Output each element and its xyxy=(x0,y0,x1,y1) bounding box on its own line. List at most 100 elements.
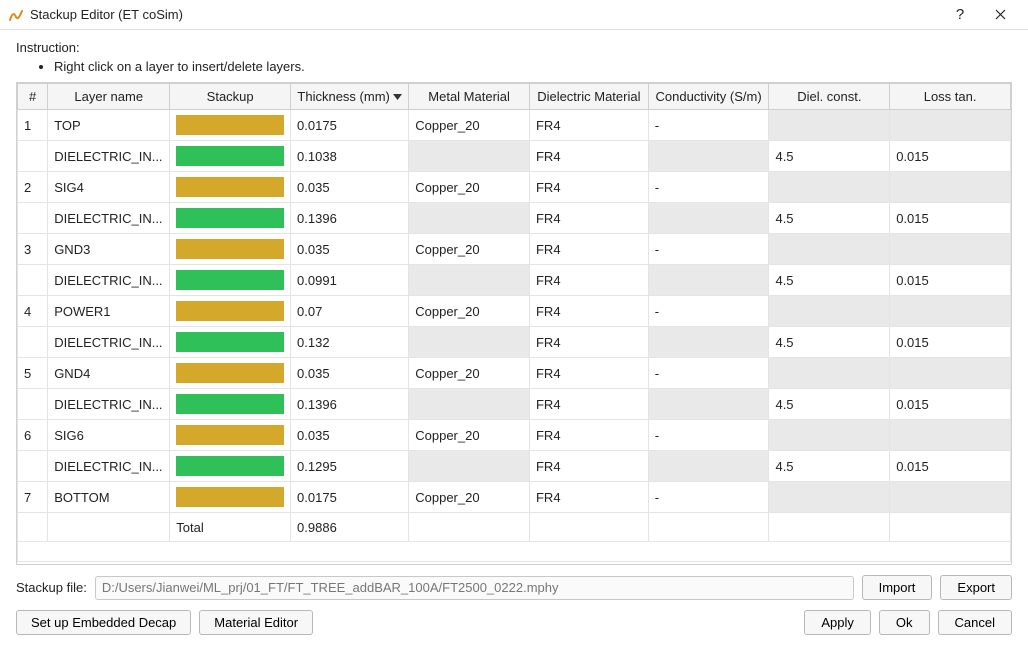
cell-loss-tan[interactable] xyxy=(890,358,1011,389)
cell-dielectric[interactable]: FR4 xyxy=(529,327,648,358)
table-row[interactable]: DIELECTRIC_IN...0.1396FR44.50.015 xyxy=(18,389,1011,420)
close-button[interactable] xyxy=(980,0,1020,30)
table-row[interactable]: DIELECTRIC_IN... 0.1396 FR4 4.50.015 xyxy=(18,203,1011,234)
help-button[interactable]: ? xyxy=(940,0,980,30)
stackup-file-input[interactable] xyxy=(95,576,854,600)
cell-thickness[interactable]: 0.1396 xyxy=(291,203,409,234)
cell-diel-const[interactable]: 4.5 xyxy=(769,389,890,420)
cell-num[interactable] xyxy=(18,141,48,172)
cell-dielectric[interactable]: FR4 xyxy=(529,234,648,265)
cell-loss-tan[interactable]: 0.015 xyxy=(890,389,1011,420)
ok-button[interactable]: Ok xyxy=(879,610,930,635)
cell-conductivity[interactable] xyxy=(648,327,769,358)
cell-dielectric[interactable]: FR4 xyxy=(529,358,648,389)
cell-layer-name[interactable]: DIELECTRIC_IN... xyxy=(48,141,170,172)
cell-metal[interactable]: Copper_20 xyxy=(409,420,530,451)
cell-num[interactable]: 6 xyxy=(18,420,48,451)
cell-stackup[interactable] xyxy=(170,482,291,513)
cell-thickness[interactable]: 0.035 xyxy=(291,234,409,265)
table-row[interactable]: DIELECTRIC_IN...0.1038FR44.50.015 xyxy=(18,141,1011,172)
cell-loss-tan[interactable]: 0.015 xyxy=(890,265,1011,296)
cell-stackup[interactable] xyxy=(170,172,291,203)
import-button[interactable]: Import xyxy=(862,575,933,600)
cell-layer-name[interactable]: POWER1 xyxy=(48,296,170,327)
cell-diel-const[interactable] xyxy=(769,110,890,141)
cell-layer-name[interactable]: DIELECTRIC_IN... xyxy=(48,451,170,482)
cell-num[interactable] xyxy=(18,327,48,358)
cell-num[interactable] xyxy=(18,451,48,482)
table-row[interactable]: DIELECTRIC_IN... 0.132 FR4 4.50.015 xyxy=(18,327,1011,358)
cell-thickness[interactable]: 0.132 xyxy=(291,327,409,358)
cell-loss-tan[interactable] xyxy=(890,420,1011,451)
cell-layer-name[interactable]: SIG4 xyxy=(48,172,170,203)
cell-dielectric[interactable]: FR4 xyxy=(529,172,648,203)
cell-loss-tan[interactable]: 0.015 xyxy=(890,203,1011,234)
cell-conductivity[interactable]: - xyxy=(648,110,769,141)
cell-stackup[interactable] xyxy=(170,141,291,172)
cell-metal[interactable]: Copper_20 xyxy=(409,358,530,389)
cell-num[interactable]: 2 xyxy=(18,172,48,203)
cell-dielectric[interactable]: FR4 xyxy=(529,451,648,482)
cell-dielectric[interactable]: FR4 xyxy=(529,265,648,296)
cell-num[interactable]: 3 xyxy=(18,234,48,265)
cell-metal[interactable] xyxy=(409,141,530,172)
cell-metal[interactable] xyxy=(409,265,530,296)
cell-dielectric[interactable]: FR4 xyxy=(529,110,648,141)
cell-diel-const[interactable] xyxy=(769,420,890,451)
cell-diel-const[interactable] xyxy=(769,172,890,203)
cell-metal[interactable]: Copper_20 xyxy=(409,110,530,141)
stackup-table[interactable]: # Layer name Stackup Thickness (mm) Meta… xyxy=(17,83,1011,562)
cell-thickness[interactable]: 0.0175 xyxy=(291,110,409,141)
cell-thickness[interactable]: 0.035 xyxy=(291,420,409,451)
table-row[interactable]: 3GND30.035Copper_20FR4- xyxy=(18,234,1011,265)
cell-conductivity[interactable]: - xyxy=(648,482,769,513)
cell-stackup[interactable] xyxy=(170,451,291,482)
cell-conductivity[interactable]: - xyxy=(648,358,769,389)
col-num[interactable]: # xyxy=(18,84,48,110)
table-row[interactable]: 1TOP0.0175Copper_20FR4- xyxy=(18,110,1011,141)
material-editor-button[interactable]: Material Editor xyxy=(199,610,313,635)
cell-dielectric[interactable]: FR4 xyxy=(529,482,648,513)
cell-diel-const[interactable]: 4.5 xyxy=(769,451,890,482)
cell-thickness[interactable]: 0.1038 xyxy=(291,141,409,172)
cell-stackup[interactable] xyxy=(170,265,291,296)
cell-diel-const[interactable]: 4.5 xyxy=(769,203,890,234)
export-button[interactable]: Export xyxy=(940,575,1012,600)
table-row[interactable]: 7BOTTOM0.0175Copper_20FR4- xyxy=(18,482,1011,513)
table-row[interactable]: DIELECTRIC_IN...0.1295FR44.50.015 xyxy=(18,451,1011,482)
cell-thickness[interactable]: 0.0175 xyxy=(291,482,409,513)
cell-conductivity[interactable] xyxy=(648,265,769,296)
cell-diel-const[interactable] xyxy=(769,296,890,327)
cell-conductivity[interactable] xyxy=(648,141,769,172)
cell-num[interactable] xyxy=(18,203,48,234)
col-layer-name[interactable]: Layer name xyxy=(48,84,170,110)
col-metal-material[interactable]: Metal Material xyxy=(409,84,530,110)
cell-loss-tan[interactable] xyxy=(890,234,1011,265)
cell-metal[interactable]: Copper_20 xyxy=(409,482,530,513)
cell-loss-tan[interactable]: 0.015 xyxy=(890,451,1011,482)
cell-layer-name[interactable]: DIELECTRIC_IN... xyxy=(48,203,170,234)
cell-thickness[interactable]: 0.1396 xyxy=(291,389,409,420)
cell-layer-name[interactable]: DIELECTRIC_IN... xyxy=(48,265,170,296)
cell-metal[interactable] xyxy=(409,451,530,482)
col-stackup[interactable]: Stackup xyxy=(170,84,291,110)
cell-loss-tan[interactable] xyxy=(890,482,1011,513)
cell-diel-const[interactable]: 4.5 xyxy=(769,327,890,358)
cell-conductivity[interactable]: - xyxy=(648,234,769,265)
cell-loss-tan[interactable] xyxy=(890,110,1011,141)
embedded-decap-button[interactable]: Set up Embedded Decap xyxy=(16,610,191,635)
cell-stackup[interactable] xyxy=(170,327,291,358)
cell-dielectric[interactable]: FR4 xyxy=(529,203,648,234)
cell-loss-tan[interactable]: 0.015 xyxy=(890,327,1011,358)
cell-loss-tan[interactable]: 0.015 xyxy=(890,141,1011,172)
col-thickness[interactable]: Thickness (mm) xyxy=(291,84,409,110)
cell-dielectric[interactable]: FR4 xyxy=(529,389,648,420)
cell-stackup[interactable] xyxy=(170,234,291,265)
table-row[interactable]: 4POWER10.07Copper_20FR4- xyxy=(18,296,1011,327)
col-conductivity[interactable]: Conductivity (S/m) xyxy=(648,84,769,110)
col-diel-const[interactable]: Diel. const. xyxy=(769,84,890,110)
cell-layer-name[interactable]: DIELECTRIC_IN... xyxy=(48,327,170,358)
cell-stackup[interactable] xyxy=(170,110,291,141)
cancel-button[interactable]: Cancel xyxy=(938,610,1012,635)
cell-stackup[interactable] xyxy=(170,296,291,327)
